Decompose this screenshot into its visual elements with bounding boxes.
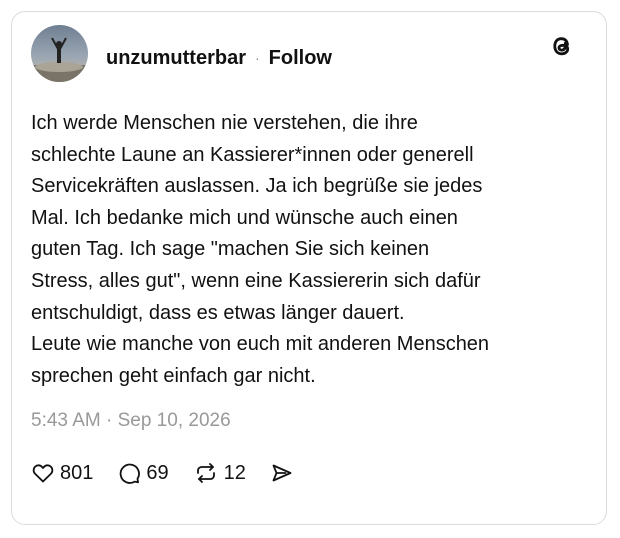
post-header: unzumutterbar · Follow bbox=[106, 44, 332, 72]
separator-dot: · bbox=[255, 50, 260, 66]
post-timestamp[interactable]: 5:43 AM · Sep 10, 2026 bbox=[31, 410, 231, 432]
repost-count: 12 bbox=[223, 461, 246, 484]
repost-icon bbox=[196, 463, 215, 483]
username[interactable]: unzumutterbar bbox=[106, 47, 246, 70]
heart-icon bbox=[32, 464, 54, 483]
threads-logo-icon[interactable] bbox=[547, 31, 577, 61]
reply-count: 69 bbox=[146, 461, 169, 484]
comment-bubble-icon bbox=[120, 463, 141, 484]
send-icon bbox=[272, 464, 292, 482]
avatar-image bbox=[31, 37, 88, 82]
post-actions: 801 69 12 bbox=[31, 458, 318, 488]
like-button[interactable]: 801 bbox=[31, 461, 93, 485]
avatar[interactable] bbox=[31, 25, 88, 82]
post-text: Ich werde Menschen nie verstehen, die ih… bbox=[31, 112, 490, 387]
follow-button[interactable]: Follow bbox=[269, 47, 332, 70]
share-button[interactable] bbox=[270, 461, 294, 485]
like-count: 801 bbox=[60, 461, 94, 484]
repost-button[interactable]: 12 bbox=[193, 461, 246, 485]
reply-button[interactable]: 69 bbox=[117, 461, 169, 485]
